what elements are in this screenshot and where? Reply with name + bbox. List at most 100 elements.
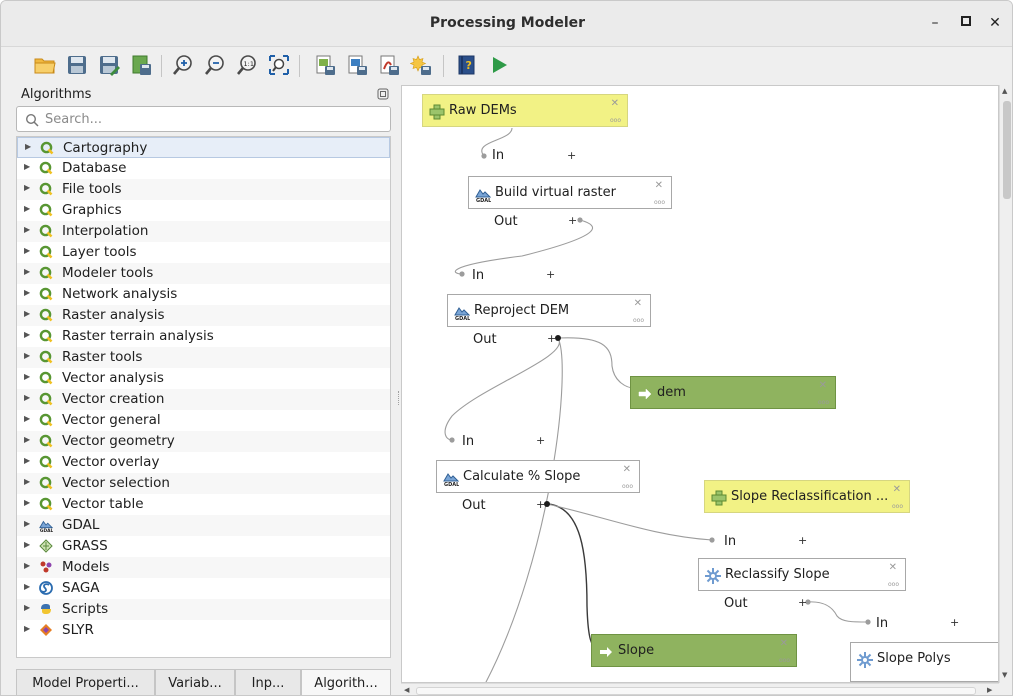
tree-item-vector-table[interactable]: ▶ Vector table <box>17 494 390 515</box>
tree-item-network-analysis[interactable]: ▶ Network analysis <box>17 284 390 305</box>
tree-item-gdal[interactable]: ▶ GDAL GDAL <box>17 515 390 536</box>
expand-arrow-icon[interactable]: ▶ <box>24 162 30 171</box>
expand-arrow-icon[interactable]: ▶ <box>24 183 30 192</box>
output-node-slope[interactable]: Slope ✕ ooo <box>591 634 797 667</box>
tree-item-models[interactable]: ▶ Models <box>17 557 390 578</box>
expand-arrow-icon[interactable]: ▶ <box>24 204 30 213</box>
save-to-project-button[interactable] <box>129 53 153 77</box>
delete-node-icon[interactable]: ✕ <box>819 380 827 391</box>
scroll-down-arrow-icon[interactable]: ▼ <box>1002 671 1007 679</box>
zoom-out-button[interactable] <box>203 53 227 77</box>
maximize-button[interactable] <box>956 13 976 33</box>
scroll-right-arrow-icon[interactable]: ▶ <box>987 686 992 694</box>
tree-item-modeler-tools[interactable]: ▶ Modeler tools <box>17 263 390 284</box>
expand-ports-button[interactable]: + <box>567 149 576 162</box>
delete-node-icon[interactable]: ✕ <box>889 562 897 573</box>
expand-arrow-icon[interactable]: ▶ <box>24 582 30 591</box>
save-model-button[interactable] <box>65 53 89 77</box>
expand-arrow-icon[interactable]: ▶ <box>24 603 30 612</box>
delete-node-icon[interactable]: ✕ <box>623 464 631 475</box>
zoom-actual-button[interactable]: 1:1 <box>235 53 259 77</box>
expand-ports-button[interactable]: + <box>536 434 545 447</box>
tree-item-raster-analysis[interactable]: ▶ Raster analysis <box>17 305 390 326</box>
expand-arrow-icon[interactable]: ▶ <box>24 288 30 297</box>
input-node-slope-reclassification[interactable]: Slope Reclassification ... ✕ ooo <box>704 480 910 513</box>
expand-ports-button[interactable]: + <box>536 498 545 511</box>
edit-node-icon[interactable]: ooo <box>892 503 903 510</box>
expand-ports-button[interactable]: + <box>798 596 807 609</box>
expand-ports-button[interactable]: + <box>568 214 577 227</box>
zoom-in-button[interactable] <box>171 53 195 77</box>
tree-item-vector-geometry[interactable]: ▶ Vector geometry <box>17 431 390 452</box>
tab-algorithms[interactable]: Algorith... <box>301 669 391 695</box>
export-python-button[interactable] <box>409 53 433 77</box>
tree-item-file-tools[interactable]: ▶ File tools <box>17 179 390 200</box>
open-model-button[interactable] <box>33 53 57 77</box>
edit-node-icon[interactable]: ooo <box>779 657 790 664</box>
tree-item-vector-analysis[interactable]: ▶ Vector analysis <box>17 368 390 389</box>
expand-arrow-icon[interactable]: ▶ <box>24 540 30 549</box>
expand-arrow-icon[interactable]: ▶ <box>24 561 30 570</box>
expand-arrow-icon[interactable]: ▶ <box>24 414 30 423</box>
tree-item-layer-tools[interactable]: ▶ Layer tools <box>17 242 390 263</box>
expand-arrow-icon[interactable]: ▶ <box>24 351 30 360</box>
zoom-full-button[interactable] <box>267 53 291 77</box>
model-canvas[interactable]: Raw DEMs ✕ ooo In + GDAL Build virtual r… <box>401 85 999 683</box>
tree-item-scripts[interactable]: ▶ Scripts <box>17 599 390 620</box>
expand-arrow-icon[interactable]: ▶ <box>24 267 30 276</box>
tree-item-vector-selection[interactable]: ▶ Vector selection <box>17 473 390 494</box>
expand-arrow-icon[interactable]: ▶ <box>24 393 30 402</box>
algorithm-search-input[interactable]: Search... <box>16 106 391 132</box>
tree-item-raster-tools[interactable]: ▶ Raster tools <box>17 347 390 368</box>
algorithm-node-build-virtual-raster[interactable]: GDAL Build virtual raster ✕ ooo <box>468 176 672 209</box>
scroll-left-arrow-icon[interactable]: ◀ <box>404 686 409 694</box>
expand-arrow-icon[interactable]: ▶ <box>24 330 30 339</box>
dock-splitter[interactable] <box>398 391 400 405</box>
edit-node-icon[interactable]: ooo <box>622 483 633 490</box>
minimize-button[interactable]: – <box>925 13 945 33</box>
edit-node-icon[interactable]: ooo <box>818 399 829 406</box>
tree-item-saga[interactable]: ▶ SAGA <box>17 578 390 599</box>
canvas-vertical-scrollbar[interactable]: ▲ ▼ <box>999 85 1012 683</box>
delete-node-icon[interactable]: ✕ <box>611 98 619 109</box>
expand-ports-button[interactable]: + <box>547 332 556 345</box>
delete-node-icon[interactable]: ✕ <box>780 638 788 649</box>
expand-arrow-icon[interactable]: ▶ <box>24 624 30 633</box>
edit-node-icon[interactable]: ooo <box>610 117 621 124</box>
save-model-as-button[interactable] <box>97 53 121 77</box>
delete-node-icon[interactable]: ✕ <box>634 298 642 309</box>
export-svg-button[interactable] <box>377 53 401 77</box>
scroll-up-arrow-icon[interactable]: ▲ <box>1002 87 1007 95</box>
tree-item-grass[interactable]: ▶ GRASS <box>17 536 390 557</box>
expand-arrow-icon[interactable]: ▶ <box>24 372 30 381</box>
tree-item-vector-creation[interactable]: ▶ Vector creation <box>17 389 390 410</box>
tree-item-vector-overlay[interactable]: ▶ Vector overlay <box>17 452 390 473</box>
edit-node-icon[interactable]: ooo <box>633 317 644 324</box>
dock-float-button[interactable] <box>377 88 389 100</box>
expand-ports-button[interactable]: + <box>546 268 555 281</box>
edit-help-button[interactable]: ? <box>455 53 479 77</box>
tree-item-database[interactable]: ▶ Database <box>17 158 390 179</box>
expand-arrow-icon[interactable]: ▶ <box>24 456 30 465</box>
scroll-thumb[interactable] <box>416 687 976 695</box>
expand-arrow-icon[interactable]: ▶ <box>24 246 30 255</box>
run-model-button[interactable] <box>487 53 511 77</box>
tab-model-properties[interactable]: Model Properti... <box>16 669 155 695</box>
tree-item-vector-general[interactable]: ▶ Vector general <box>17 410 390 431</box>
algorithm-node-slope-polys[interactable]: Slope Polys <box>850 642 998 682</box>
scroll-thumb[interactable] <box>1003 101 1011 199</box>
expand-ports-button[interactable]: + <box>798 534 807 547</box>
expand-arrow-icon[interactable]: ▶ <box>24 519 30 528</box>
expand-arrow-icon[interactable]: ▶ <box>24 435 30 444</box>
close-button[interactable]: ✕ <box>985 13 1005 33</box>
output-node-dem[interactable]: dem ✕ ooo <box>630 376 836 409</box>
expand-arrow-icon[interactable]: ▶ <box>24 477 30 486</box>
export-image-button[interactable] <box>313 53 337 77</box>
input-node-raw-dems[interactable]: Raw DEMs ✕ ooo <box>422 94 628 127</box>
tree-item-graphics[interactable]: ▶ Graphics <box>17 200 390 221</box>
algorithm-node-reproject-dem[interactable]: GDAL Reproject DEM ✕ ooo <box>447 294 651 327</box>
tree-item-cartography[interactable]: ▶ Cartography <box>17 137 390 158</box>
expand-arrow-icon[interactable]: ▶ <box>25 142 31 151</box>
edit-node-icon[interactable]: ooo <box>888 581 899 588</box>
expand-arrow-icon[interactable]: ▶ <box>24 498 30 507</box>
